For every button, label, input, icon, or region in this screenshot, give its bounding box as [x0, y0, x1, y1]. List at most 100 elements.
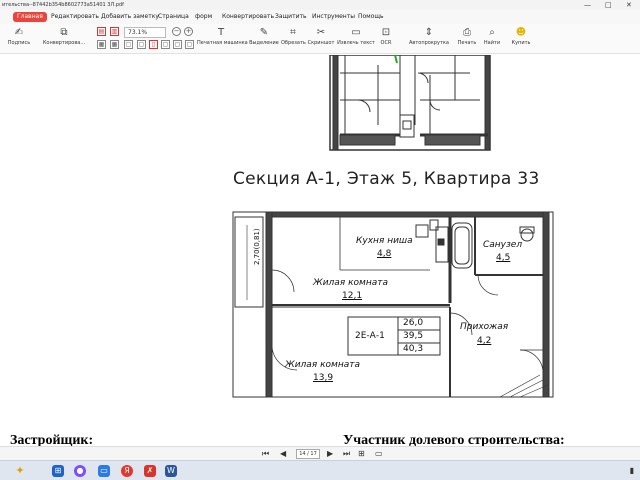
living-room-1-area: 12,1: [342, 291, 363, 301]
search-icon: ⌕: [489, 27, 495, 38]
menu-add-note[interactable]: Добавить заметку: [101, 12, 159, 22]
last-page-icon[interactable]: ⏭: [343, 449, 350, 459]
find-tool[interactable]: ⌕ Найти: [482, 26, 502, 47]
title-bar: ительства--87442b354b8602773a51401 3Л.pd…: [0, 0, 640, 10]
print-tool[interactable]: ⎙ Печать: [456, 26, 478, 47]
page-navigation-bar: ⏮ ◀ 14 / 17 ▶ ⏭ ⊞ ▭: [0, 446, 640, 460]
kitchen-area: 4,8: [377, 249, 392, 259]
autoscroll-label: Автопрокрутка: [409, 40, 449, 46]
zoom-out-icon[interactable]: −: [172, 27, 181, 36]
extract-text-tool[interactable]: ▭ Извлечь текст: [337, 26, 375, 47]
text-t-icon: T: [217, 27, 225, 38]
highlight-label: Выделение: [249, 40, 279, 46]
prev-page-icon[interactable]: ◀: [280, 449, 286, 459]
browser-icon[interactable]: ●: [74, 465, 86, 477]
section-title: Секция А-1, Этаж 5, Квартира 33: [233, 169, 540, 189]
copilot-sparkle-icon[interactable]: ✦: [14, 465, 26, 477]
pdf-reader-icon[interactable]: ✗: [144, 465, 156, 477]
ocr-tool[interactable]: ⊡ OCR: [377, 26, 395, 47]
page-view-icon[interactable]: ▭: [375, 449, 383, 459]
window-title: ительства--87442b354b8602773a51401 3Л.pd…: [2, 2, 124, 8]
menu-forms[interactable]: форм: [195, 12, 212, 22]
participant-label: Участник долевого строительства:: [343, 433, 565, 446]
buy-tool[interactable]: ☻ Купить: [510, 26, 532, 47]
next-page-icon[interactable]: ▶: [327, 449, 333, 459]
toolbar: ✍ Подпись ⧉ Конвертирова... ▤ ▥ ▦ ▦ ▢ ▢ …: [0, 24, 640, 54]
convert-icon: ⧉: [60, 27, 68, 38]
view-mode-6-icon[interactable]: ▢: [185, 40, 194, 49]
menu-edit[interactable]: Редактировать: [51, 12, 99, 22]
convert-tool[interactable]: ⧉ Конвертирова...: [40, 26, 88, 47]
kitchen-label: Кухня ниша: [356, 236, 413, 246]
two-page-icon[interactable]: ▥: [110, 27, 119, 36]
smiley-icon: ☻: [515, 27, 527, 38]
legend-value-1: 26,0: [403, 318, 424, 328]
ocr-icon: ⊡: [381, 27, 391, 38]
extract-text-label: Извлечь текст: [337, 40, 375, 46]
autoscroll-tool[interactable]: ⇕ Автопрокрутка: [405, 26, 453, 47]
autoscroll-icon: ⇕: [424, 27, 434, 38]
view-mode-4-icon[interactable]: ▢: [161, 40, 170, 49]
crop-label: Обрезать: [281, 40, 306, 46]
zoom-in-icon[interactable]: +: [184, 27, 193, 36]
view-mode-1-icon[interactable]: ▢: [124, 40, 133, 49]
apartment-code: 2Е-А-1: [355, 331, 385, 341]
sign-tool[interactable]: ✍ Подпись: [5, 26, 33, 47]
buy-label: Купить: [511, 40, 531, 46]
menu-page[interactable]: Страница: [158, 12, 189, 22]
developer-label: Застройщик:: [10, 433, 94, 446]
find-label: Найти: [483, 40, 501, 46]
legend-value-3: 40,3: [403, 344, 424, 354]
word-icon[interactable]: W: [165, 465, 177, 477]
floor-plan-drawing: [232, 55, 554, 398]
menu-bar: Главная Редактировать Добавить заметку С…: [0, 10, 640, 24]
living-room-2-area: 13,9: [313, 373, 334, 383]
menu-home[interactable]: Главная: [13, 12, 47, 22]
fit-width-icon[interactable]: ▦: [97, 40, 106, 49]
hallway-label: Прихожая: [460, 322, 509, 332]
zoom-input[interactable]: 73.1%: [124, 27, 166, 38]
view-mode-5-icon[interactable]: ▢: [173, 40, 182, 49]
convert-label: Конвертирова...: [42, 40, 86, 46]
hallway-area: 4,2: [477, 336, 492, 346]
living-room-1-label: Жилая комната: [313, 278, 388, 288]
print-label: Печать: [457, 40, 477, 46]
first-page-icon[interactable]: ⏮: [262, 449, 269, 459]
signature-icon: ✍: [14, 27, 24, 38]
fit-view-icon[interactable]: ⊞: [358, 449, 365, 459]
menu-help[interactable]: Помощь: [358, 12, 384, 22]
yandex-browser-icon[interactable]: Я: [121, 465, 133, 477]
document-page: Секция А-1, Этаж 5, Квартира 33 2,70(0,8…: [0, 55, 640, 446]
close-button[interactable]: ✕: [626, 1, 632, 9]
page-number-input[interactable]: 14 / 17: [296, 449, 320, 459]
file-explorer-icon[interactable]: ▭: [98, 465, 110, 477]
menu-protect[interactable]: Защитить: [275, 12, 307, 22]
highlight-tool[interactable]: ✎ Выделение: [248, 26, 280, 47]
maximize-button[interactable]: □: [605, 1, 612, 9]
screenshot-tool[interactable]: ✂ Скриншот: [307, 26, 335, 47]
single-page-icon[interactable]: ▤: [97, 27, 106, 36]
sign-label: Подпись: [7, 40, 31, 46]
living-room-2-label: Жилая комната: [285, 360, 360, 370]
fit-page-icon[interactable]: ▦: [110, 40, 119, 49]
view-mode-2-icon[interactable]: ▢: [137, 40, 146, 49]
screenshot-label: Скриншот: [307, 40, 335, 46]
bathroom-label: Санузел: [483, 240, 523, 250]
notification-icon[interactable]: ▮: [626, 465, 638, 477]
typewriter-tool[interactable]: T Печатная машинка: [197, 26, 248, 47]
bathroom-area: 4,5: [496, 253, 511, 263]
windows-start-icon[interactable]: ⊞: [52, 465, 64, 477]
taskbar: ✦ ⊞ ● ▭ Я ✗ W ▮: [0, 460, 640, 480]
crop-icon: ⌗: [290, 27, 296, 38]
ocr-label: OCR: [380, 40, 392, 46]
legend-value-2: 39,5: [403, 331, 424, 341]
view-mode-3-icon[interactable]: ▯: [149, 40, 158, 49]
minimize-button[interactable]: —: [584, 1, 591, 9]
menu-tools[interactable]: Инструменты: [312, 12, 355, 22]
pdf-app-window: ительства--87442b354b8602773a51401 3Л.pd…: [0, 0, 640, 480]
scissors-icon: ✂: [316, 27, 326, 38]
highlighter-icon: ✎: [259, 27, 269, 38]
menu-convert[interactable]: Конвертировать: [222, 12, 274, 22]
typewriter-label: Печатная машинка: [197, 40, 248, 46]
crop-tool[interactable]: ⌗ Обрезать: [281, 26, 306, 47]
